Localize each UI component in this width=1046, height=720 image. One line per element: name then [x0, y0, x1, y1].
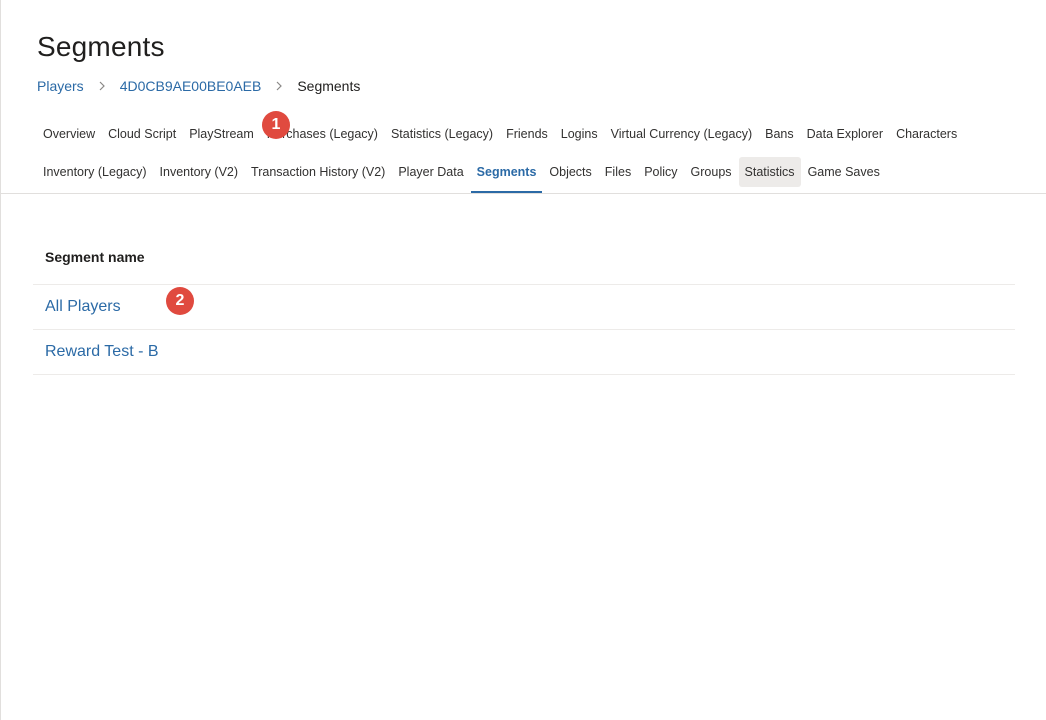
page-title: Segments — [37, 31, 165, 62]
tab-transaction-history-v2[interactable]: Transaction History (V2) — [245, 157, 391, 187]
annotation-badge-2: 2 — [166, 287, 194, 315]
chevron-right-icon — [90, 81, 114, 91]
tab-objects[interactable]: Objects — [543, 157, 597, 187]
tab-overview[interactable]: Overview — [37, 119, 101, 149]
segment-link-all-players[interactable]: All Players — [45, 298, 121, 316]
tab-files[interactable]: Files — [599, 157, 637, 187]
tab-bans[interactable]: Bans — [759, 119, 800, 149]
column-header-segment-name: Segment name — [33, 230, 1015, 285]
segment-link-reward-test-b[interactable]: Reward Test - B — [45, 343, 159, 361]
tab-statistics-legacy[interactable]: Statistics (Legacy) — [385, 119, 499, 149]
tab-game-saves[interactable]: Game Saves — [802, 157, 886, 187]
tab-statistics[interactable]: Statistics — [738, 157, 801, 187]
chevron-right-icon — [267, 81, 291, 91]
tab-inventory-legacy[interactable]: Inventory (Legacy) — [37, 157, 153, 187]
breadcrumb-player-id-link[interactable]: 4D0CB9AE00BE0AEB — [120, 78, 262, 94]
table-row: Reward Test - B — [33, 330, 1015, 375]
annotation-badge-1: 1 — [262, 111, 290, 139]
tab-policy[interactable]: Policy — [638, 157, 683, 187]
tab-logins[interactable]: Logins — [555, 119, 604, 149]
breadcrumb: Players 4D0CB9AE00BE0AEB Segments — [37, 76, 360, 96]
tabs-row-1: Overview Cloud Script PlayStream Purchas… — [37, 119, 964, 149]
breadcrumb-current: Segments — [297, 78, 361, 94]
tab-groups[interactable]: Groups — [685, 157, 738, 187]
tab-friends[interactable]: Friends — [500, 119, 554, 149]
tab-characters[interactable]: Characters — [890, 119, 963, 149]
tabs-divider — [1, 193, 1046, 194]
tab-virtual-currency-legacy[interactable]: Virtual Currency (Legacy) — [605, 119, 759, 149]
tab-playstream[interactable]: PlayStream — [183, 119, 260, 149]
tab-segments[interactable]: Segments — [470, 157, 543, 193]
breadcrumb-players-link[interactable]: Players — [37, 78, 84, 94]
tab-player-data[interactable]: Player Data — [392, 157, 469, 187]
tabs-row-2: Inventory (Legacy) Inventory (V2) Transa… — [37, 157, 887, 193]
tab-inventory-v2[interactable]: Inventory (V2) — [154, 157, 245, 187]
tab-cloud-script[interactable]: Cloud Script — [102, 119, 182, 149]
tab-data-explorer[interactable]: Data Explorer — [801, 119, 889, 149]
